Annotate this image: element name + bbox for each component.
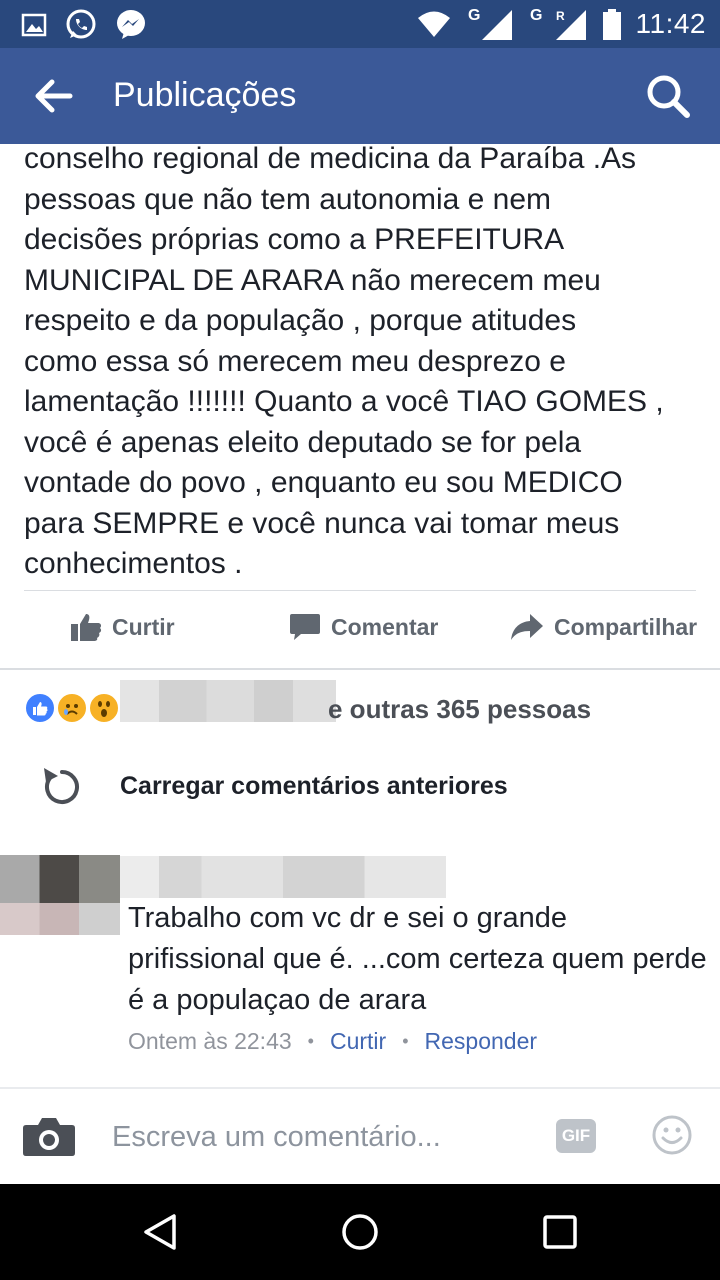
nav-home-button[interactable]: [340, 1212, 380, 1252]
clock: 11:42: [635, 8, 706, 39]
like-button[interactable]: Curtir: [70, 612, 175, 642]
comment-text: Trabalho com vc dr e sei o grande prifis…: [128, 902, 707, 1016]
load-previous-label: Carregar comentários anteriores: [120, 771, 508, 800]
avatar[interactable]: [0, 855, 120, 935]
status-bar: G G R 11:42: [0, 0, 720, 48]
divider: [0, 668, 720, 670]
avatar-blur: [0, 903, 120, 935]
messenger-icon: [117, 10, 145, 39]
svg-text:R: R: [556, 9, 565, 23]
app-bar: Publicações: [0, 48, 720, 144]
surprised-face-icon: [98, 701, 110, 717]
share-arrow-icon: [511, 614, 543, 640]
arrow-left-icon: [35, 79, 73, 113]
comment-reply-link[interactable]: Responder: [425, 1028, 538, 1055]
reactions-summary[interactable]: e outras 365 pessoas: [24, 680, 714, 728]
refresh-icon: [44, 768, 79, 804]
comment-label: Comentar: [331, 613, 439, 640]
camera-icon: [23, 1118, 75, 1156]
square-recents-icon: [543, 1215, 577, 1249]
separator-dot: •: [307, 1031, 314, 1051]
wow-reaction-icon: [88, 692, 120, 724]
comment-input[interactable]: [112, 1117, 532, 1157]
emoji-button[interactable]: [652, 1115, 692, 1155]
comment-composer: GIF: [0, 1089, 720, 1184]
comment-meta: Ontem às 22:43 • Curtir • Responder: [128, 1028, 537, 1055]
search-button[interactable]: [644, 72, 692, 120]
smiley-icon: [652, 1115, 692, 1155]
triangle-back-icon: [144, 1214, 176, 1250]
gallery-notification-icon: [21, 13, 47, 37]
divider: [24, 590, 696, 591]
gif-button[interactable]: GIF: [556, 1119, 596, 1153]
svg-text:G: G: [468, 7, 480, 24]
share-label: Compartilhar: [554, 613, 698, 640]
whatsapp-icon: [66, 9, 96, 39]
nav-recents-button[interactable]: [540, 1212, 580, 1252]
thumbs-up-icon: [71, 614, 102, 641]
reactions-count-text: e outras 365 pessoas: [328, 694, 592, 724]
back-button[interactable]: [30, 74, 78, 118]
comment-like-link[interactable]: Curtir: [330, 1028, 386, 1055]
like-label: Curtir: [112, 613, 175, 640]
system-status-icons: G G R 11:42: [416, 6, 707, 42]
post-body: conselho regional de medicina da Paraíba…: [24, 142, 664, 580]
like-reaction-icon: [24, 692, 56, 724]
notification-icons: [20, 8, 148, 42]
speech-bubble-icon: [290, 614, 320, 640]
signal-icon: G: [468, 7, 512, 40]
blurred-names: [120, 680, 336, 722]
separator-dot: •: [402, 1031, 409, 1051]
search-icon: [647, 75, 690, 118]
thumbs-up-icon: [33, 702, 48, 716]
post-action-bar: Curtir Comentar Compartilhar: [0, 592, 720, 668]
blurred-commenter-name[interactable]: [120, 856, 446, 898]
sad-face-icon: [64, 704, 78, 715]
svg-text:G: G: [530, 7, 542, 24]
wifi-icon: [417, 11, 450, 37]
share-button[interactable]: Compartilhar: [510, 612, 697, 642]
circle-home-icon: [342, 1214, 378, 1250]
battery-icon: [602, 9, 621, 40]
camera-button[interactable]: [22, 1115, 76, 1157]
sad-reaction-icon: [56, 692, 88, 724]
comment-button[interactable]: Comentar: [289, 612, 438, 642]
load-previous-comments-button[interactable]: Carregar comentários anteriores: [40, 763, 508, 809]
comment-timestamp: Ontem às 22:43: [128, 1028, 292, 1054]
system-navigation-bar: [0, 1184, 720, 1280]
page-title: Publicações: [113, 76, 297, 114]
signal-roaming-icon: G R: [530, 7, 586, 40]
nav-back-button[interactable]: [140, 1212, 180, 1252]
